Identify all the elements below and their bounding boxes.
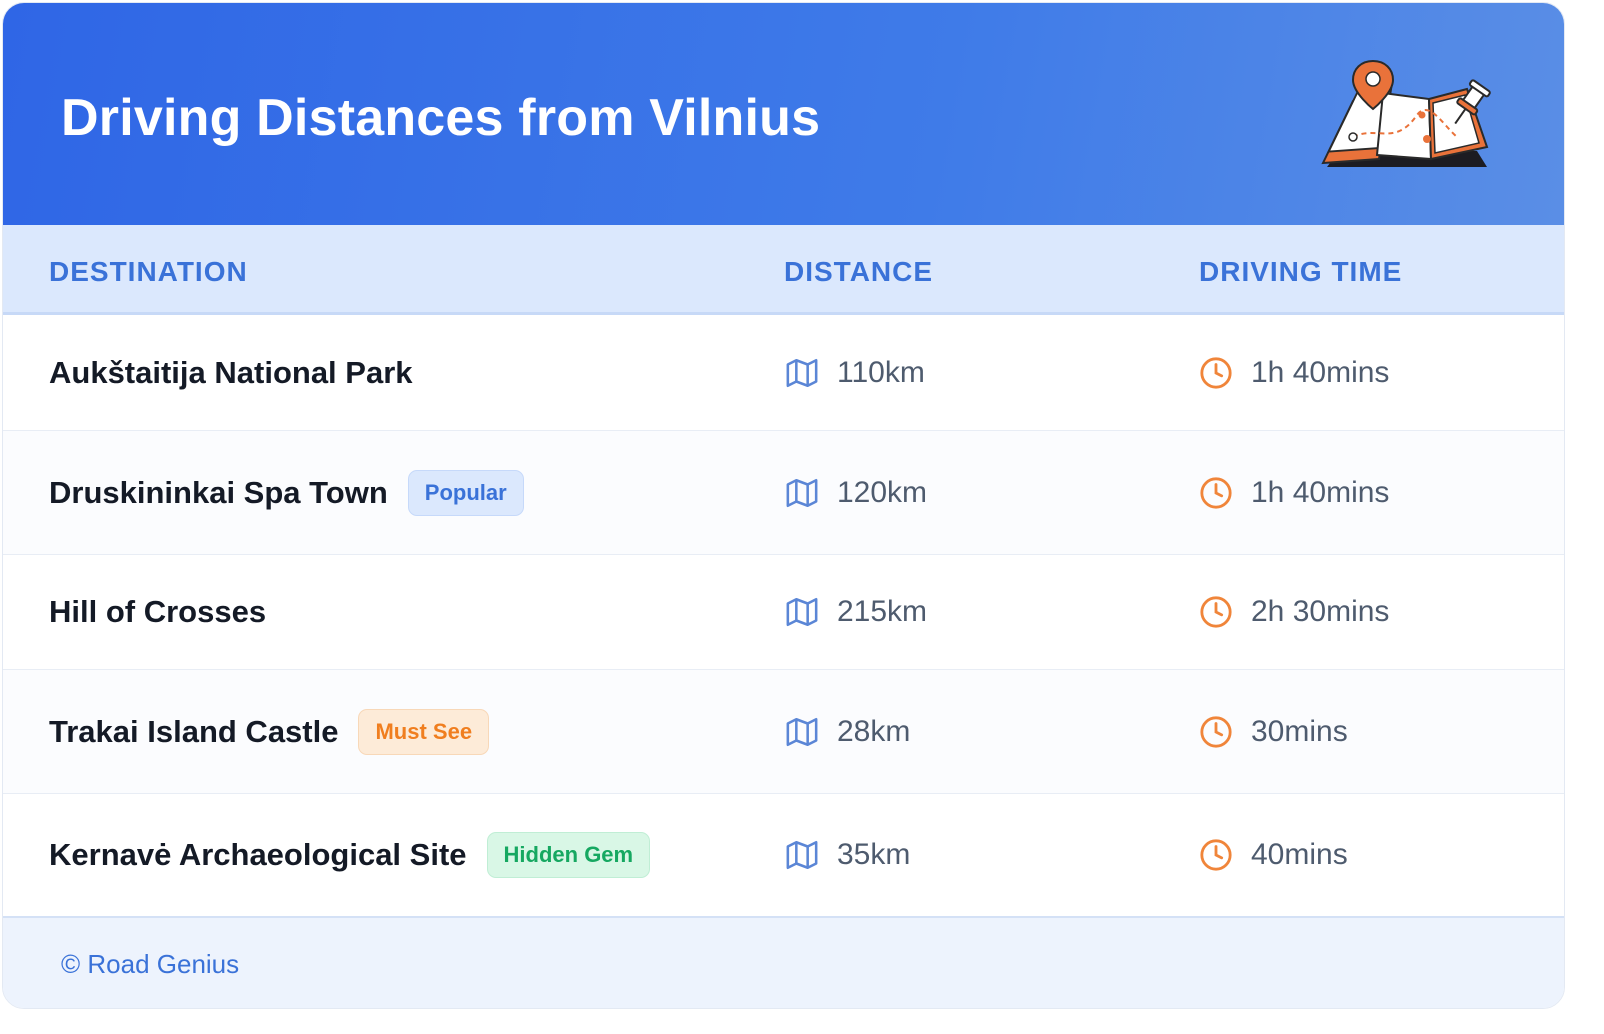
distance-cell: 35km xyxy=(785,838,910,872)
distance-value: 28km xyxy=(837,714,911,748)
distance-cell: 120km xyxy=(785,476,927,510)
column-header-destination: DESTINATION xyxy=(49,256,248,287)
popular-badge: Popular xyxy=(407,469,524,516)
map-icon xyxy=(786,478,818,507)
header-banner: Driving Distances from Vilnius xyxy=(3,3,1564,225)
driving-time-cell: 2h 30mins xyxy=(1199,595,1389,629)
destination-cell: Druskininkai Spa Town Popular xyxy=(49,469,524,516)
clock-icon xyxy=(1200,476,1232,509)
destination-name: Hill of Crosses xyxy=(49,594,267,629)
folded-map-with-pins-icon xyxy=(1321,59,1491,167)
table-row: Aukštaitija National Park 110km 1h 40min… xyxy=(3,315,1564,431)
driving-time-cell: 40mins xyxy=(1199,838,1348,872)
distance-table-card: Driving Distances from Vilnius DESTINATI… xyxy=(2,2,1565,1009)
column-header-driving-time: DRIVING TIME xyxy=(1199,256,1403,287)
distance-value: 110km xyxy=(837,355,925,389)
clock-icon xyxy=(1200,596,1232,628)
distance-cell: 215km xyxy=(785,595,927,629)
destination-name: Aukštaitija National Park xyxy=(49,354,413,390)
map-icon xyxy=(786,597,818,627)
must-see-badge: Must See xyxy=(358,708,490,755)
distance-value: 35km xyxy=(837,838,911,871)
distance-cell: 110km xyxy=(785,356,925,390)
destination-cell: Hill of Crosses xyxy=(49,594,266,630)
driving-time-cell: 30mins xyxy=(1199,715,1348,749)
driving-time-cell: 1h 40mins xyxy=(1199,356,1389,390)
destination-name: Trakai Island Castle xyxy=(49,713,339,749)
table-row: Hill of Crosses 215km 2h 30mins xyxy=(3,555,1564,670)
clock-icon xyxy=(1200,356,1232,389)
table-row: Trakai Island Castle Must See 28km 30min… xyxy=(3,670,1564,794)
driving-time-cell: 1h 40mins xyxy=(1199,476,1389,510)
destination-name: Kernavė Archaeological Site xyxy=(49,837,467,872)
destination-name: Druskininkai Spa Town xyxy=(49,474,388,510)
clock-icon xyxy=(1200,839,1232,871)
table-row: Druskininkai Spa Town Popular 120km 1h 4… xyxy=(3,431,1564,555)
driving-time-value: 2h 30mins xyxy=(1251,595,1390,628)
page-title: Driving Distances from Vilnius xyxy=(61,89,821,147)
destination-cell: Trakai Island Castle Must See xyxy=(49,708,490,755)
destination-cell: Aukštaitija National Park xyxy=(49,355,413,391)
copyright-text: © Road Genius xyxy=(61,949,240,979)
table-header: DESTINATION DISTANCE DRIVING TIME xyxy=(3,225,1564,315)
map-icon xyxy=(786,358,818,387)
map-icon xyxy=(786,717,818,746)
distance-value: 215km xyxy=(837,595,928,628)
driving-time-value: 1h 40mins xyxy=(1251,475,1390,509)
destination-cell: Kernavė Archaeological Site Hidden Gem xyxy=(49,832,651,878)
distance-cell: 28km xyxy=(785,715,910,749)
clock-icon xyxy=(1200,715,1232,748)
column-header-distance: DISTANCE xyxy=(784,256,934,287)
table-row: Kernavė Archaeological Site Hidden Gem 3… xyxy=(3,794,1564,916)
footer: © Road Genius xyxy=(3,916,1564,1008)
driving-time-value: 30mins xyxy=(1251,714,1348,748)
distance-value: 120km xyxy=(837,475,928,509)
map-icon xyxy=(786,840,818,870)
hidden-gem-badge: Hidden Gem xyxy=(486,832,651,878)
driving-time-value: 1h 40mins xyxy=(1251,355,1390,389)
driving-time-value: 40mins xyxy=(1251,838,1348,871)
